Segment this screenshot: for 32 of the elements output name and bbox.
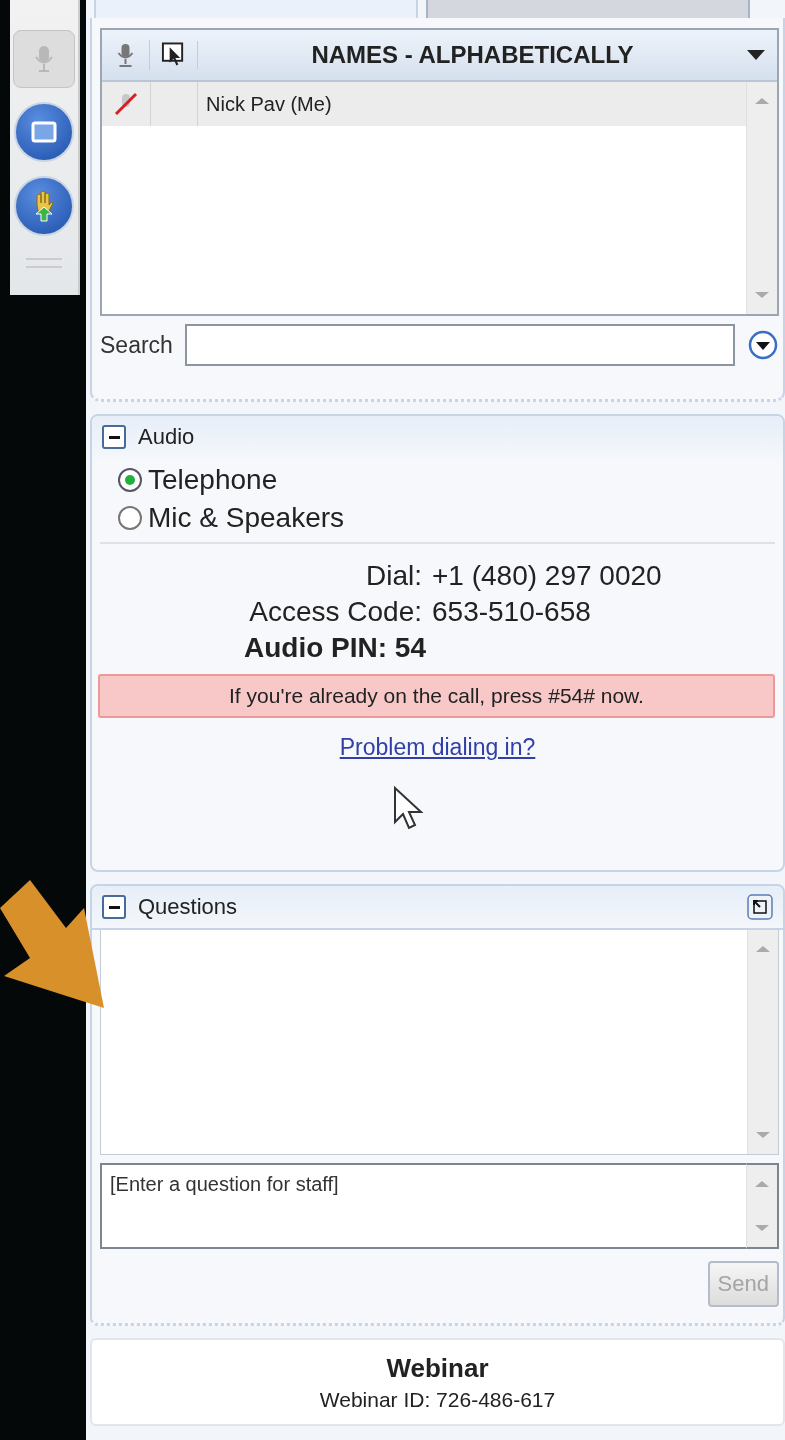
popout-icon[interactable]: [747, 894, 773, 920]
question-input[interactable]: [Enter a question for staff]: [100, 1163, 746, 1249]
detail-label: Dial:: [365, 560, 422, 592]
radio-button[interactable]: [118, 506, 142, 530]
detail-value: +1 (480) 297 0020: [432, 560, 663, 592]
collapse-button[interactable]: [102, 425, 126, 449]
radio-button[interactable]: [118, 468, 142, 492]
detail-value: 653-510-658: [432, 596, 592, 628]
panel-title: Audio: [138, 424, 196, 450]
help-link[interactable]: Problem dialing in?: [339, 734, 536, 760]
attendee-name: Nick Pav (Me): [205, 92, 332, 116]
search-field[interactable]: [184, 324, 735, 366]
microphone-icon: [32, 44, 56, 74]
raise-hand-button[interactable]: [14, 176, 74, 236]
window-icon: [31, 121, 57, 143]
webinar-title: Webinar: [386, 1352, 489, 1384]
panel-title: Questions: [138, 894, 239, 920]
option-label: Mic & Speakers: [148, 502, 345, 534]
dropdown-icon[interactable]: [747, 329, 779, 361]
caret-icon[interactable]: [747, 50, 765, 60]
scrollbar[interactable]: [746, 1163, 779, 1249]
attendee-row[interactable]: Nick Pav (Me): [102, 82, 746, 126]
collapse-button[interactable]: [102, 895, 126, 919]
webinar-id: Webinar ID: 726-486-617: [319, 1387, 556, 1412]
sort-dropdown[interactable]: NAMES - ALPHABETICALLY: [198, 40, 747, 70]
audio-pin: Audio PIN: 54: [243, 632, 427, 664]
detail-label: Access Code:: [248, 596, 422, 628]
option-label: Telephone: [148, 464, 278, 496]
search-label: Search: [100, 331, 173, 359]
screen-button[interactable]: [14, 102, 74, 162]
notice-banner: If you're already on the call, press #54# now.: [98, 674, 775, 718]
grip-handle[interactable]: [26, 258, 62, 268]
